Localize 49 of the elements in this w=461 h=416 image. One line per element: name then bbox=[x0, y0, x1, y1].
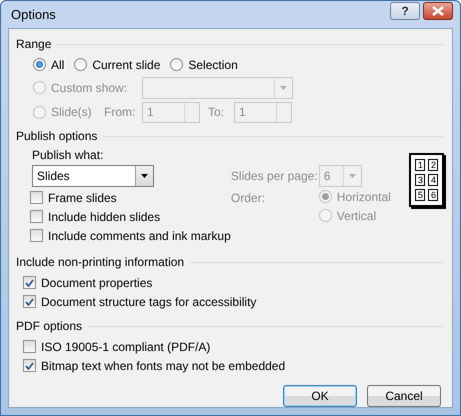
radio-label: Horizontal bbox=[336, 190, 391, 204]
caret-icon bbox=[141, 174, 148, 178]
radio-button[interactable] bbox=[74, 58, 88, 71]
publish-what-dropdown[interactable]: Slides bbox=[32, 165, 154, 187]
section-heading: Range bbox=[16, 37, 52, 51]
caret-icon bbox=[280, 86, 287, 90]
checkbox-label: Bitmap text when fonts may not be embedded bbox=[41, 358, 286, 372]
checkbox-label: Document structure tags for accessibility bbox=[41, 294, 256, 308]
page-number: 6 bbox=[428, 189, 438, 201]
radio-label: All bbox=[51, 58, 64, 72]
checkbox-label: ISO 19005-1 compliant (PDF/A) bbox=[41, 340, 210, 354]
checkbox-label: Document properties bbox=[41, 276, 152, 290]
page-number: 5 bbox=[414, 189, 425, 201]
checkbox[interactable] bbox=[23, 295, 36, 308]
checkbox-label: Include hidden slides bbox=[48, 210, 160, 224]
close-button[interactable] bbox=[423, 2, 453, 20]
checkbox[interactable] bbox=[23, 340, 36, 353]
dialog-button[interactable]: OK bbox=[283, 385, 357, 407]
section-heading: PDF options bbox=[16, 319, 82, 333]
field-label: Publish what: bbox=[32, 148, 104, 162]
checkbox[interactable] bbox=[30, 210, 43, 223]
checkbox[interactable] bbox=[30, 191, 43, 204]
checkbox[interactable] bbox=[30, 229, 43, 242]
page-number: 1 bbox=[414, 159, 425, 171]
radio-label: Vertical bbox=[336, 208, 376, 222]
page-number: 2 bbox=[428, 159, 438, 171]
field-label: From: bbox=[104, 105, 136, 119]
checkbox-label: Include comments and ink markup bbox=[48, 228, 231, 242]
page-number: 3 bbox=[414, 174, 425, 186]
field-label: To: bbox=[207, 105, 226, 119]
radio-label: Slide(s) bbox=[51, 105, 92, 119]
checkbox[interactable] bbox=[23, 359, 36, 372]
field-label: Slides per page: bbox=[230, 169, 318, 183]
dialog-button[interactable]: Cancel bbox=[367, 385, 441, 407]
radio-label: Current slide bbox=[92, 58, 160, 72]
window-title: Options bbox=[10, 7, 56, 22]
page-number: 4 bbox=[428, 174, 438, 186]
radio-button[interactable] bbox=[170, 58, 184, 71]
close-icon bbox=[432, 6, 444, 16]
radio-label: Custom show: bbox=[51, 80, 128, 94]
section-heading: Include non-printing information bbox=[16, 255, 184, 269]
radio-label: Selection bbox=[188, 58, 238, 72]
help-button[interactable]: ? bbox=[390, 2, 420, 20]
radio-button[interactable] bbox=[33, 58, 46, 71]
section-heading: Publish options bbox=[16, 129, 98, 143]
field-label: Order: bbox=[230, 191, 265, 205]
checkbox-label: Frame slides bbox=[48, 190, 117, 204]
caret-icon bbox=[348, 174, 356, 178]
checkbox[interactable] bbox=[23, 276, 36, 289]
